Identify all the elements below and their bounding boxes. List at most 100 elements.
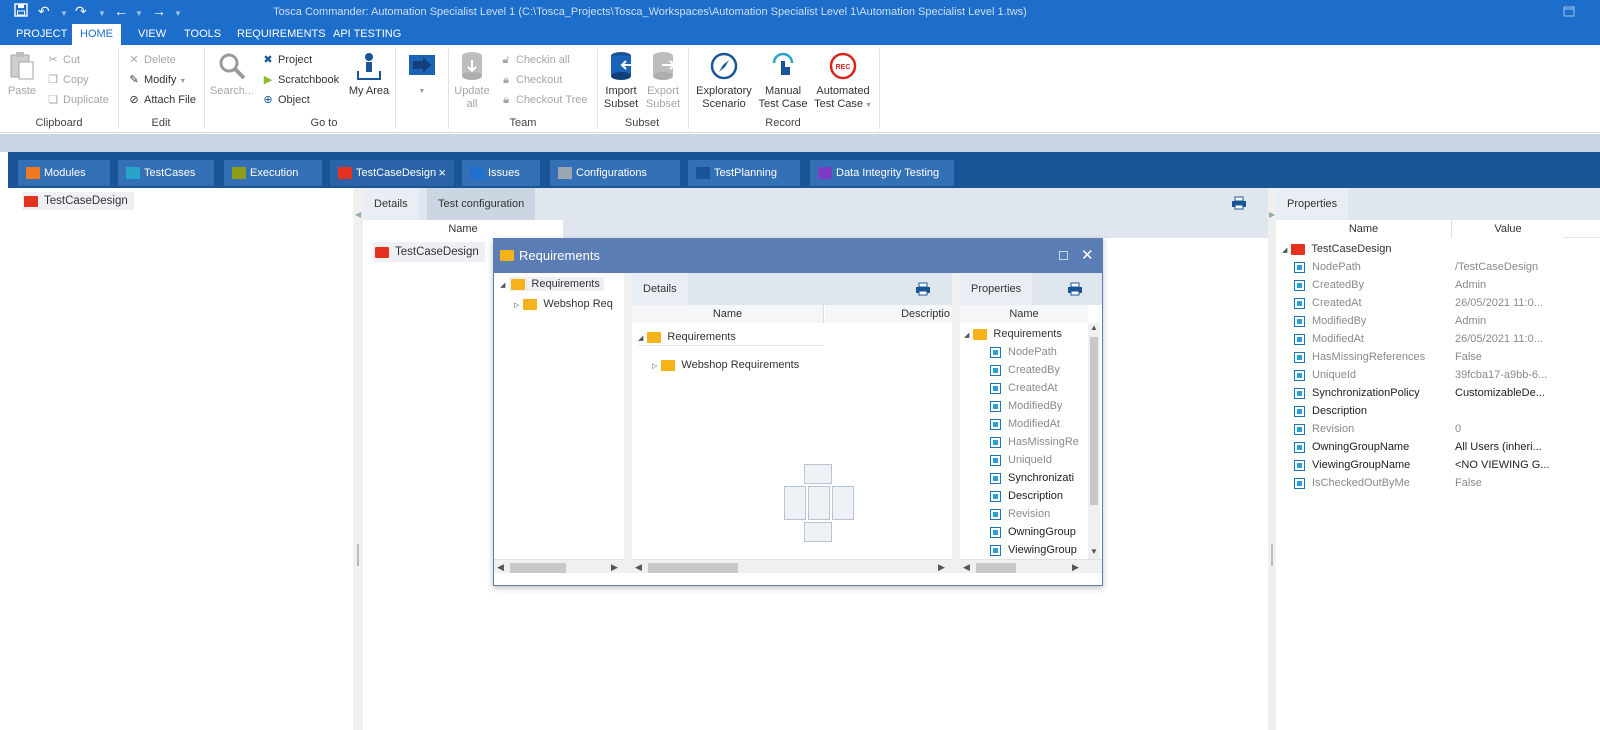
property-row[interactable]: Synchronizati <box>990 469 1088 487</box>
property-row[interactable]: IsCheckedOutByMe <box>1294 474 1452 492</box>
close-tab-icon[interactable]: × <box>438 160 446 186</box>
property-row[interactable]: OwningGroup <box>990 523 1088 541</box>
menu-requirements[interactable]: REQUIREMENTS <box>229 24 334 45</box>
property-row[interactable]: NodePath <box>1294 258 1452 276</box>
tab-modules[interactable]: Modules <box>18 160 110 186</box>
property-value[interactable]: All Users (inheri... <box>1455 438 1563 456</box>
tab-testplanning[interactable]: TestPlanning <box>688 160 800 186</box>
menu-tools[interactable]: TOOLS <box>176 24 229 45</box>
property-value[interactable]: CustomizableDe... <box>1455 384 1563 402</box>
import-subset-button[interactable]: Import Subset <box>603 51 639 111</box>
dock-left-icon[interactable] <box>784 486 806 520</box>
cut-button[interactable]: ✂ Cut <box>47 52 80 68</box>
tab-configurations[interactable]: Configurations <box>550 160 680 186</box>
horizontal-scrollbar[interactable]: ◀ ▶ <box>960 559 1102 573</box>
tab-details[interactable]: Details <box>363 188 419 220</box>
checkout-button[interactable]: 🔒︎ Checkout <box>500 72 562 88</box>
goto-object-button[interactable]: ⊕ Object <box>262 92 309 108</box>
section-button[interactable]: ▼ <box>400 51 444 98</box>
column-header-name[interactable]: Name <box>960 305 1088 323</box>
property-value[interactable]: 0 <box>1455 420 1563 438</box>
property-row[interactable]: UniqueId <box>990 451 1088 469</box>
splitter[interactable]: ▶ <box>1268 188 1276 730</box>
property-row[interactable]: HasMissingReferences <box>1294 348 1452 366</box>
property-row[interactable]: HasMissingRe <box>990 433 1088 451</box>
property-value[interactable]: 26/05/2021 11:0... <box>1455 294 1563 312</box>
tab-issues[interactable]: Issues <box>462 160 540 186</box>
close-icon[interactable]: ✕ <box>1081 239 1094 273</box>
property-row[interactable]: CreatedAt <box>1294 294 1452 312</box>
property-value[interactable]: 26/05/2021 11:0... <box>1455 330 1563 348</box>
tree-node-requirements[interactable]: ◢ Requirements <box>500 275 604 293</box>
dock-top-icon[interactable] <box>804 464 832 484</box>
property-row[interactable]: ViewingGroup <box>990 541 1088 559</box>
automated-test-case-button[interactable]: REC Automated Test Case ▼ <box>814 51 872 112</box>
tab-testcasedesign[interactable]: TestCaseDesign × <box>330 160 454 186</box>
property-value[interactable]: 39fcba17-a9bb-6... <box>1455 366 1563 384</box>
property-row[interactable]: CreatedBy <box>990 361 1088 379</box>
horizontal-scrollbar[interactable]: ◀ ▶ <box>632 559 952 573</box>
tab-properties[interactable]: Properties <box>960 273 1033 305</box>
duplicate-button[interactable]: ❏ Duplicate <box>47 92 109 108</box>
tree-node-webshop[interactable]: ▷ Webshop Req <box>514 295 613 313</box>
property-row[interactable]: Description <box>990 487 1088 505</box>
dialog-title-bar[interactable]: Requirements ☐ ✕ <box>494 239 1102 273</box>
property-row[interactable]: UniqueId <box>1294 366 1452 384</box>
column-header-name[interactable]: Name <box>1276 220 1452 238</box>
paste-button[interactable]: Paste <box>6 51 38 98</box>
manual-test-case-button[interactable]: Manual Test Case <box>757 51 809 111</box>
property-value[interactable]: /TestCaseDesign <box>1455 258 1563 276</box>
column-header-description[interactable]: Descriptio <box>825 305 952 323</box>
update-all-button[interactable]: Update all <box>454 51 490 111</box>
dock-center-icon[interactable] <box>808 486 830 520</box>
copy-button[interactable]: ❐ Copy <box>47 72 89 88</box>
checkout-tree-button[interactable]: 🔒︎ Checkout Tree <box>500 92 587 108</box>
property-row[interactable]: ModifiedBy <box>1294 312 1452 330</box>
print-icon[interactable] <box>1067 282 1083 299</box>
goto-project-button[interactable]: ✖ Project <box>262 52 312 68</box>
splitter[interactable]: ◀ <box>353 188 363 730</box>
restore-window-icon[interactable] <box>1563 4 1575 20</box>
dock-right-icon[interactable] <box>832 486 854 520</box>
horizontal-scrollbar[interactable]: ◀ ▶ <box>494 559 624 573</box>
property-value[interactable]: Admin <box>1455 276 1563 294</box>
print-icon[interactable] <box>1231 196 1247 213</box>
tab-execution[interactable]: Execution <box>224 160 322 186</box>
table-row[interactable]: TestCaseDesign <box>373 242 485 262</box>
modify-button[interactable]: ✎ Modify ▼ <box>128 72 186 88</box>
property-row[interactable]: ModifiedBy <box>990 397 1088 415</box>
attach-file-button[interactable]: ⊘ Attach File <box>128 92 196 108</box>
properties-root-node[interactable]: ◢ Requirements <box>964 325 1062 343</box>
column-header-value[interactable]: Value <box>1453 220 1563 238</box>
menu-view[interactable]: VIEW <box>130 24 174 45</box>
export-subset-button[interactable]: Export Subset <box>645 51 681 111</box>
dock-bottom-icon[interactable] <box>804 522 832 542</box>
tab-testcases[interactable]: TestCases <box>118 160 214 186</box>
property-value[interactable]: False <box>1455 348 1563 366</box>
column-header-name[interactable]: Name <box>363 220 563 238</box>
property-row[interactable]: Revision <box>1294 420 1452 438</box>
property-row[interactable]: CreatedAt <box>990 379 1088 397</box>
property-value[interactable]: Admin <box>1455 312 1563 330</box>
search-button[interactable]: Search... <box>210 51 254 98</box>
property-value[interactable]: False <box>1455 474 1563 492</box>
menu-api-testing[interactable]: API TESTING <box>325 24 409 45</box>
property-row[interactable]: ViewingGroupName <box>1294 456 1452 474</box>
menu-home[interactable]: HOME <box>72 24 121 45</box>
property-row[interactable]: ModifiedAt <box>990 415 1088 433</box>
splitter[interactable] <box>952 273 960 573</box>
goto-scratchbook-button[interactable]: ▶ Scratchbook <box>262 72 339 88</box>
checkin-all-button[interactable]: 🔓︎ Checkin all <box>500 52 569 68</box>
splitter[interactable] <box>624 273 632 573</box>
property-value[interactable]: <NO VIEWING G... <box>1455 456 1563 474</box>
maximize-icon[interactable]: ☐ <box>1058 239 1069 273</box>
tab-test-configuration[interactable]: Test configuration <box>427 188 536 220</box>
property-row[interactable]: OwningGroupName <box>1294 438 1452 456</box>
print-icon[interactable] <box>915 282 931 299</box>
exploratory-scenario-button[interactable]: Exploratory Scenario <box>695 51 753 111</box>
table-row[interactable]: ▷ Webshop Requirements <box>652 356 824 374</box>
my-area-button[interactable]: My Area <box>347 51 391 98</box>
properties-root-node[interactable]: ◢ TestCaseDesign <box>1282 240 1391 258</box>
property-row[interactable]: ModifiedAt <box>1294 330 1452 348</box>
tree-node-testcasedesign[interactable]: TestCaseDesign <box>22 192 134 210</box>
